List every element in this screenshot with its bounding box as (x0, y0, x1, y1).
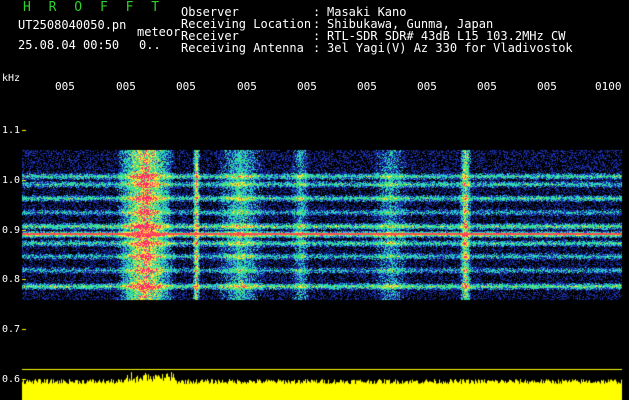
y-tick-label: 0.7 (2, 324, 21, 335)
antenna-colon: : (313, 41, 321, 55)
x-tick-label: 005 (357, 80, 377, 93)
hrofft-logo: H R O F F T (23, 0, 165, 15)
antenna-value: 3el Yagi(V) Az 330 for Vladivostok (327, 41, 573, 55)
file-name: UT2508040050.pn (18, 18, 127, 32)
x-tick-label: 005 (537, 80, 557, 93)
y-tick-label: 0.9 (2, 225, 21, 236)
event-count: 0.. (139, 38, 161, 52)
x-tick-label: 005 (116, 80, 136, 93)
x-tick-label: 005 (477, 80, 497, 93)
x-tick-label: 005 (176, 80, 196, 93)
spectrogram-canvas (0, 0, 629, 400)
y-tick-label: 0.6 (2, 374, 21, 385)
x-tick-label: 005 (297, 80, 317, 93)
x-tick-label: 0100 (595, 80, 622, 93)
capture-datetime: 25.08.04 00:50 (18, 38, 120, 52)
y-tick-label: 0.8 (2, 274, 21, 285)
x-tick-label: 005 (55, 80, 75, 93)
y-tick-label: 1.1 (2, 125, 21, 136)
y-tick-label: 1.0 (2, 175, 21, 186)
event-label: meteor (137, 25, 181, 39)
antenna-label: Receiving Antenna (181, 41, 304, 55)
frequency-unit-label: kHz (2, 73, 21, 84)
x-tick-label: 005 (237, 80, 257, 93)
x-tick-label: 005 (417, 80, 437, 93)
